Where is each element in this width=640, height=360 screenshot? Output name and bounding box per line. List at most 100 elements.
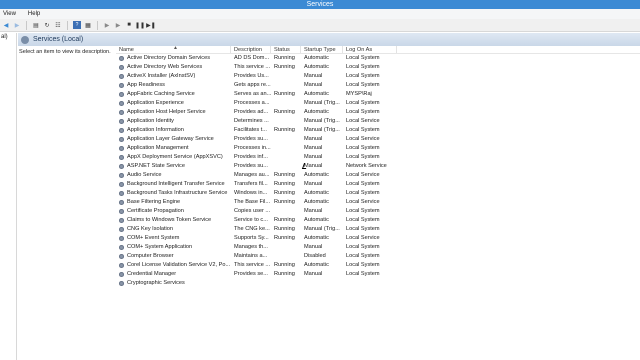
service-description: Supports Sy... <box>234 235 269 241</box>
table-row[interactable]: Base Filtering Engine The Base Fil... Runn… <box>116 198 640 207</box>
column-status[interactable]: Status <box>271 46 301 53</box>
table-row[interactable]: ActiveX Installer (AxInstSV) Provides Us.… <box>116 72 640 81</box>
service-startup-type: Manual (Trig... <box>304 118 340 124</box>
menu-help[interactable]: Help <box>28 11 40 17</box>
pause-resume-icon[interactable]: ▶ <box>114 21 122 29</box>
refresh-icon[interactable]: ↻ <box>43 21 51 29</box>
properties-icon[interactable]: ▦ <box>84 21 92 29</box>
forward-icon[interactable]: ▶ <box>13 21 21 29</box>
service-status: Running <box>274 64 295 70</box>
column-name[interactable]: Name ▲ <box>116 45 231 53</box>
service-startup-type: Manual <box>304 208 323 214</box>
window-title: Services <box>0 0 640 9</box>
table-row[interactable]: App Readiness Gets apps re... Manual Local … <box>116 81 640 90</box>
table-row[interactable]: Active Directory Domain Services AD DS Do… <box>116 54 640 63</box>
restart-service-icon[interactable]: ▶❚ <box>146 21 156 29</box>
service-log-on-as <box>343 279 397 288</box>
service-startup-type: Manual <box>304 82 323 88</box>
service-name-cell: Audio Service <box>116 171 231 180</box>
service-gear-icon <box>119 254 124 259</box>
service-log-on-as: Local System <box>346 55 380 61</box>
service-description: Manages au... <box>234 172 270 178</box>
table-row[interactable]: CNG Key Isolation The CNG ke... Running Man… <box>116 225 640 234</box>
table-row[interactable]: Corel License Validation Service V2, Po.… <box>116 261 640 270</box>
services-list[interactable]: Name ▲ Description Status Startup Type L… <box>116 45 640 360</box>
service-status: Running <box>274 235 295 241</box>
table-row[interactable]: COM+ System Application Manages th... Manu… <box>116 243 640 252</box>
table-row[interactable]: AppFabric Caching Service Serves as an...… <box>116 90 640 99</box>
service-gear-icon <box>119 74 124 79</box>
service-name-cell: Active Directory Domain Services <box>116 54 231 63</box>
table-row[interactable]: Application Layer Gateway Service Provide… <box>116 135 640 144</box>
service-status: Running <box>274 199 295 205</box>
column-log-on-as[interactable]: Log On As <box>343 46 397 53</box>
service-description: Gets apps re... <box>234 82 271 88</box>
service-gear-icon <box>119 164 124 169</box>
stop-service-icon[interactable]: ■ <box>125 21 133 29</box>
table-row[interactable]: Active Directory Web Services This servic… <box>116 63 640 72</box>
menu-bar: View Help <box>0 9 640 19</box>
service-startup-type: Disabled <box>304 253 326 259</box>
table-row[interactable]: Computer Browser Maintains a... Disabled Lo… <box>116 252 640 261</box>
service-name-cell: AppX Deployment Service (AppXSVC) <box>116 153 231 162</box>
table-row[interactable]: AppX Deployment Service (AppXSVC) Provide… <box>116 153 640 162</box>
show-hide-tree-icon[interactable]: ▤ <box>32 21 40 29</box>
service-name: Corel License Validation Service V2, Po.… <box>127 262 231 268</box>
service-log-on-as: Local Service <box>346 136 380 142</box>
sort-ascending-icon: ▲ <box>173 45 178 51</box>
menu-view[interactable]: View <box>3 11 16 17</box>
table-row[interactable]: Credential Manager Provides se... Running M… <box>116 270 640 279</box>
service-gear-icon <box>119 101 124 106</box>
service-startup-type: Manual <box>304 73 323 79</box>
toolbar-separator <box>26 20 27 30</box>
service-gear-icon <box>119 272 124 277</box>
service-description: Service to c... <box>234 217 268 223</box>
service-startup-type: Automatic <box>304 217 329 223</box>
table-row[interactable]: Audio Service Manages au... Running Automat… <box>116 171 640 180</box>
service-status: Running <box>274 190 295 196</box>
console-tree[interactable]: al) <box>0 33 17 360</box>
table-row[interactable]: Application Experience Processes a... Manu… <box>116 99 640 108</box>
service-startup-type: Manual (Trig... <box>304 127 340 133</box>
service-description: AD DS Dom... <box>234 55 270 61</box>
service-name-cell: Base Filtering Engine <box>116 198 231 207</box>
service-name-cell: Active Directory Web Services <box>116 63 231 72</box>
table-row[interactable]: Application Management Processes in... Man… <box>116 144 640 153</box>
table-row[interactable]: Application Information Facilitates t... R… <box>116 126 640 135</box>
service-status: Running <box>274 55 295 61</box>
service-status <box>271 135 301 144</box>
service-name: Computer Browser <box>127 253 174 259</box>
service-log-on-as: Local System <box>346 82 380 88</box>
column-description[interactable]: Description <box>231 46 271 53</box>
table-row[interactable]: Cryptographic Services <box>116 279 640 288</box>
table-row[interactable]: COM+ Event System Supports Sy... Running Au… <box>116 234 640 243</box>
table-row[interactable]: Certificate Propagation Copies user ... Ma… <box>116 207 640 216</box>
service-name-cell: Claims to Windows Token Service <box>116 216 231 225</box>
back-icon[interactable]: ◀ <box>2 21 10 29</box>
export-list-icon[interactable]: ☷ <box>54 21 62 29</box>
service-log-on-as: Local System <box>346 253 380 259</box>
toolbar-separator <box>67 20 68 30</box>
service-description: Maintains a... <box>234 253 268 259</box>
start-service-icon[interactable]: ▶ <box>103 21 111 29</box>
service-name: Active Directory Web Services <box>127 64 203 70</box>
service-description: Provides ad... <box>234 109 269 115</box>
service-name-cell: Application Management <box>116 144 231 153</box>
service-status <box>271 252 301 261</box>
pause-service-icon[interactable]: ❚❚ <box>135 21 145 29</box>
tree-node-label[interactable]: al) <box>1 34 8 40</box>
help-icon[interactable]: ? <box>73 21 81 29</box>
service-gear-icon <box>119 236 124 241</box>
service-name: Certificate Propagation <box>127 208 184 214</box>
table-row[interactable]: Claims to Windows Token Service Service t… <box>116 216 640 225</box>
table-row[interactable]: Application Host Helper Service Provides … <box>116 108 640 117</box>
table-row[interactable]: Application Identity Determines ... Manual… <box>116 117 640 126</box>
table-row[interactable]: Background Tasks Infrastructure Service W… <box>116 189 640 198</box>
service-status <box>271 243 301 252</box>
table-row[interactable]: ASP.NET State Service Provides su... Manua… <box>116 162 640 171</box>
service-description: The CNG ke... <box>234 226 270 232</box>
service-gear-icon <box>119 227 124 232</box>
table-row[interactable]: Background Intelligent Transfer Service T… <box>116 180 640 189</box>
service-gear-icon <box>119 137 124 142</box>
column-startup-type[interactable]: Startup Type <box>301 46 343 53</box>
